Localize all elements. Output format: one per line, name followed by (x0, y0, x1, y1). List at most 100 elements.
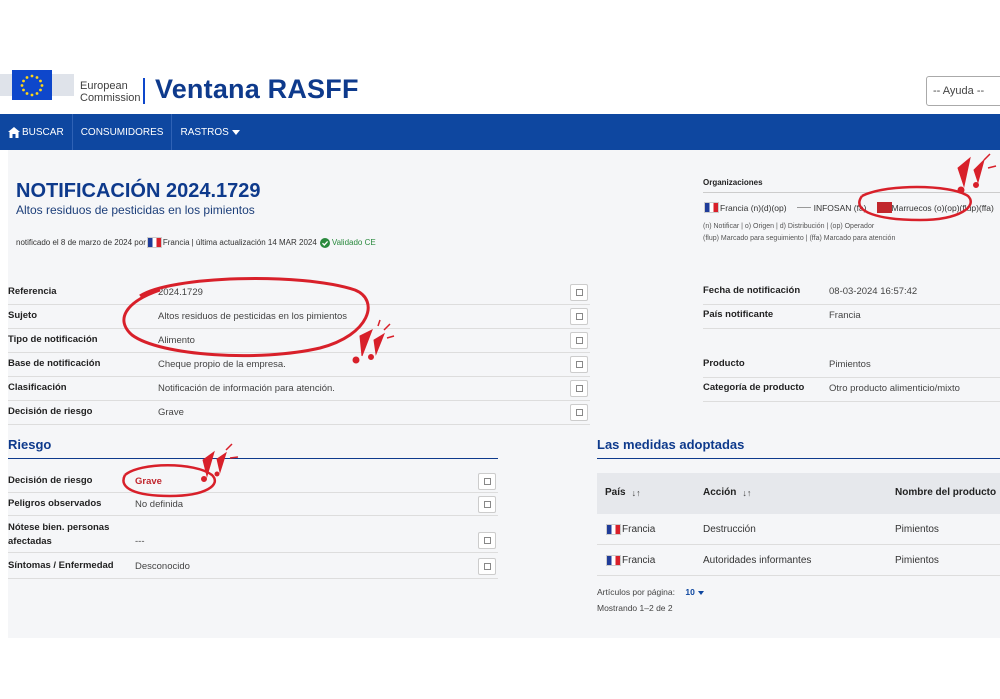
risk-section-divider (8, 458, 498, 459)
copy-button[interactable] (478, 496, 496, 513)
risk-section-title: Riesgo (8, 437, 52, 452)
detail-label: Fecha de notificación (703, 285, 801, 296)
morocco-flag-icon (876, 202, 892, 213)
detail-row: Base de notificación Cheque propio de la… (8, 353, 590, 377)
france-flag-icon (146, 237, 162, 248)
detail-label: Decisión de riesgo (8, 406, 93, 417)
risk-label: Síntomas / Enfermedad (8, 560, 114, 571)
legend-line-2: (flup) Marcado para seguimiento | (ffa) … (703, 235, 896, 242)
meta-prefix: notificado el 8 de marzo de 2024 por (16, 238, 146, 247)
risk-value: --- (135, 536, 145, 547)
detail-label: Clasificación (8, 382, 67, 393)
detail-row: Referencia 2024.1729 (8, 281, 590, 305)
cell-product: Pimientos (895, 524, 939, 535)
copy-icon (575, 385, 583, 392)
detail-value: Cheque propio de la empresa. (158, 359, 286, 370)
france-flag-icon (606, 524, 621, 535)
details-table: Referencia 2024.1729 Sujeto Altos residu… (8, 281, 590, 425)
detail-label: Referencia (8, 286, 57, 297)
detail-row: Producto Pimientos (703, 354, 1000, 378)
column-header-label: País (605, 487, 626, 498)
copy-button[interactable] (478, 473, 496, 490)
meta-update: | última actualización 14 MAR 2024 (191, 238, 317, 247)
detail-row: Decisión de riesgo Grave (8, 401, 590, 425)
home-icon (8, 126, 20, 138)
nav-traces[interactable]: RASTROS (172, 114, 247, 150)
cell-country-label: Francia (622, 524, 656, 535)
detail-value: Notificación de información para atenció… (158, 383, 335, 394)
org-item[interactable]: INFOSAN (fa) (814, 203, 867, 213)
detail-value: Grave (158, 407, 184, 418)
table-row: Francia Destrucción Pimientos (597, 514, 1000, 545)
per-page-value: 10 (685, 587, 695, 597)
risk-row: Peligros observados No definida (8, 493, 498, 516)
detail-label: Sujeto (8, 310, 38, 321)
column-header-country[interactable]: País ↓↑ (605, 487, 641, 498)
nav-consumers[interactable]: CONSUMIDORES (73, 114, 173, 150)
france-flag-icon (606, 555, 621, 566)
risk-row: Síntomas / Enfermedad Desconocido (8, 553, 498, 579)
risk-value: Desconocido (135, 561, 190, 572)
detail-value: Otro producto alimenticio/mixto (829, 383, 960, 394)
app-title: Ventana RASFF (155, 74, 359, 104)
details-right-top: Fecha de notificación 08-03-2024 16:57:4… (703, 281, 1000, 329)
france-flag-icon (704, 202, 719, 213)
column-header-label: Nombre del producto (895, 487, 997, 498)
validated-label: Validado CE (331, 238, 376, 247)
risk-value: No definida (135, 499, 184, 510)
measures-table: País ↓↑ Acción ↓↑ Nombre del producto Fr… (597, 473, 1000, 576)
copy-button[interactable] (570, 404, 588, 421)
copy-icon (483, 563, 491, 570)
copy-button[interactable] (478, 558, 496, 575)
copy-button[interactable] (570, 380, 588, 397)
notification-meta: notificado el 8 de marzo de 2024 por Fra… (16, 237, 376, 248)
column-header-action[interactable]: Acción ↓↑ (703, 487, 751, 498)
ec-wordmark: European Commission (80, 80, 141, 104)
sort-icon: ↓↑ (631, 487, 641, 498)
detail-value: Pimientos (829, 359, 871, 370)
cell-product: Pimientos (895, 555, 939, 566)
risk-label: Decisión de riesgo (8, 475, 93, 486)
copy-icon (483, 537, 491, 544)
per-page-label: Artículos por página: (597, 587, 675, 597)
main-nav: BUSCAR CONSUMIDORES RASTROS (0, 114, 1000, 150)
european-commission-logo (0, 70, 74, 100)
per-page-select[interactable]: 10 (685, 587, 704, 597)
detail-label: Base de notificación (8, 358, 101, 369)
organizations-title: Organizaciones (703, 178, 763, 187)
detail-value: Francia (829, 310, 861, 321)
organizations-list: Francia (n)(d)(op) INFOSAN (fa) Marrueco… (703, 202, 994, 213)
detail-row: Sujeto Altos residuos de pesticidas en l… (8, 305, 590, 329)
detail-row: Categoría de producto Otro producto alim… (703, 378, 1000, 402)
org-item[interactable]: Marruecos (o)(op)(flup)(ffa) (892, 203, 994, 213)
copy-button[interactable] (570, 308, 588, 325)
risk-row: Decisión de riesgo Grave (8, 470, 498, 493)
column-header-product[interactable]: Nombre del producto (895, 487, 996, 498)
copy-button[interactable] (570, 356, 588, 373)
detail-row: Tipo de notificación Alimento (8, 329, 590, 353)
detail-value: Alimento (158, 335, 195, 346)
copy-icon (575, 361, 583, 368)
detail-row: Fecha de notificación 08-03-2024 16:57:4… (703, 281, 1000, 305)
risk-table: Decisión de riesgo Grave Peligros observ… (8, 470, 498, 579)
check-circle-icon (319, 237, 330, 248)
chevron-down-icon (231, 129, 240, 135)
copy-icon (483, 501, 491, 508)
header-separator (143, 78, 145, 104)
copy-button[interactable] (570, 284, 588, 301)
org-item[interactable]: Francia (n)(d)(op) (720, 203, 787, 213)
column-header-label: Acción (703, 487, 737, 498)
nav-search-label: BUSCAR (22, 126, 64, 138)
organizations-legend: (n) Notificar | o) Origen | d) Distribuc… (703, 221, 895, 245)
copy-icon (483, 478, 491, 485)
pagination: Artículos por página: 10 (597, 587, 704, 597)
chevron-down-icon (697, 590, 704, 595)
meta-country: Francia (162, 238, 190, 247)
copy-button[interactable] (570, 332, 588, 349)
site-header: European Commission Ventana RASFF -- Ayu… (0, 58, 1000, 114)
copy-button[interactable] (478, 532, 496, 549)
help-select[interactable]: -- Ayuda -- (926, 76, 1000, 106)
detail-label: Producto (703, 358, 745, 369)
notification-title: NOTIFICACIÓN 2024.1729 (16, 180, 261, 202)
nav-search[interactable]: BUSCAR (0, 114, 73, 150)
